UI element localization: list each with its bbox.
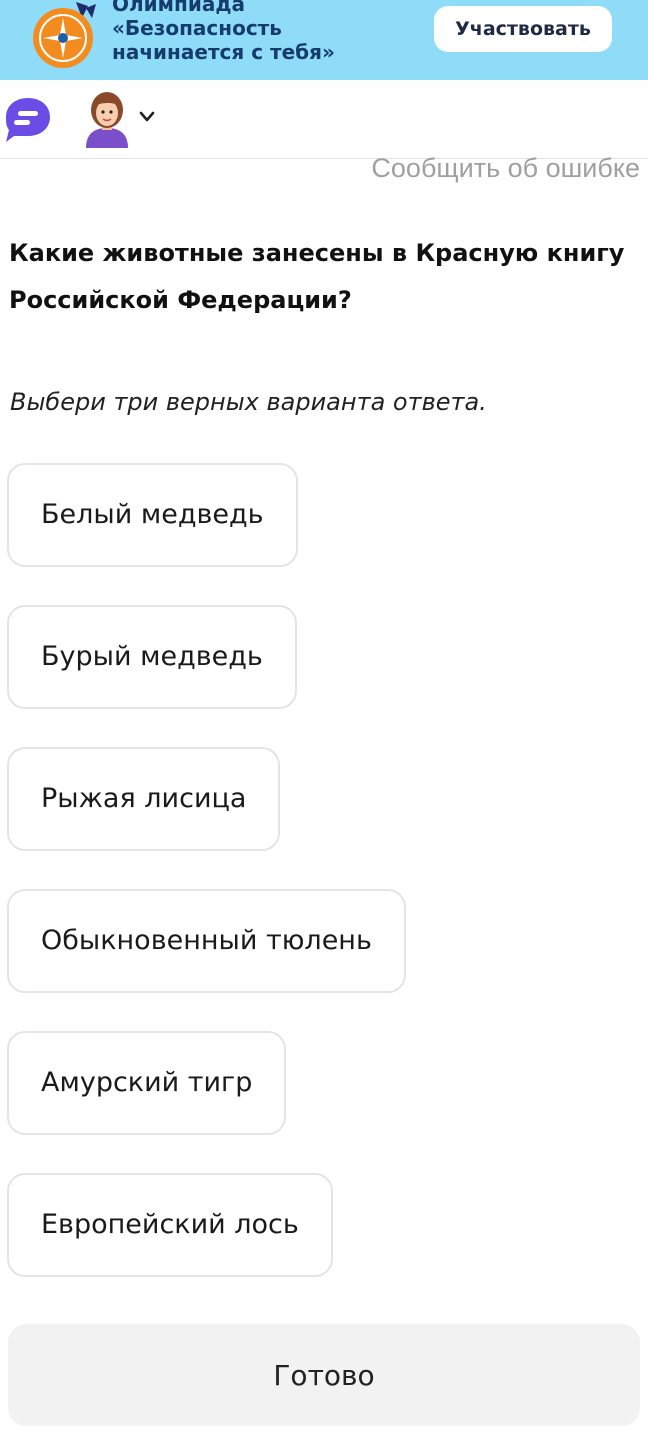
banner-title-line: начинается с тебя» <box>112 40 335 64</box>
answer-option[interactable]: Белый медведь <box>7 463 298 567</box>
answer-option[interactable]: Европейский лось <box>7 1173 333 1277</box>
answer-option[interactable]: Амурский тигр <box>7 1031 287 1135</box>
participate-button[interactable]: Участвовать <box>434 6 612 52</box>
banner-title-line: «Безопасность <box>112 16 282 40</box>
chat-bubble-icon[interactable] <box>4 96 52 142</box>
banner-title: Олимпиада «Безопасность начинается с теб… <box>112 0 335 64</box>
done-button[interactable]: Готово <box>8 1324 640 1426</box>
answer-option[interactable]: Бурый медведь <box>7 605 297 709</box>
report-error-link[interactable]: Сообщить об ошибке <box>371 152 640 184</box>
avatar[interactable] <box>82 90 132 148</box>
top-toolbar <box>0 80 648 159</box>
question-instruction: Выбери три верных варианта ответа. <box>10 388 487 416</box>
olympiad-banner[interactable]: Олимпиада «Безопасность начинается с теб… <box>0 0 648 80</box>
question-title: Какие животные занесены в Красную книгу … <box>9 239 625 314</box>
chevron-down-icon[interactable] <box>138 110 156 124</box>
answer-options: Белый медведь Бурый медведь Рыжая лисица… <box>7 463 627 1315</box>
emergency-star-logo <box>33 2 96 68</box>
answer-option[interactable]: Рыжая лисица <box>7 747 281 851</box>
banner-title-line: Олимпиада <box>112 0 245 16</box>
answer-option[interactable]: Обыкновенный тюлень <box>7 889 406 993</box>
